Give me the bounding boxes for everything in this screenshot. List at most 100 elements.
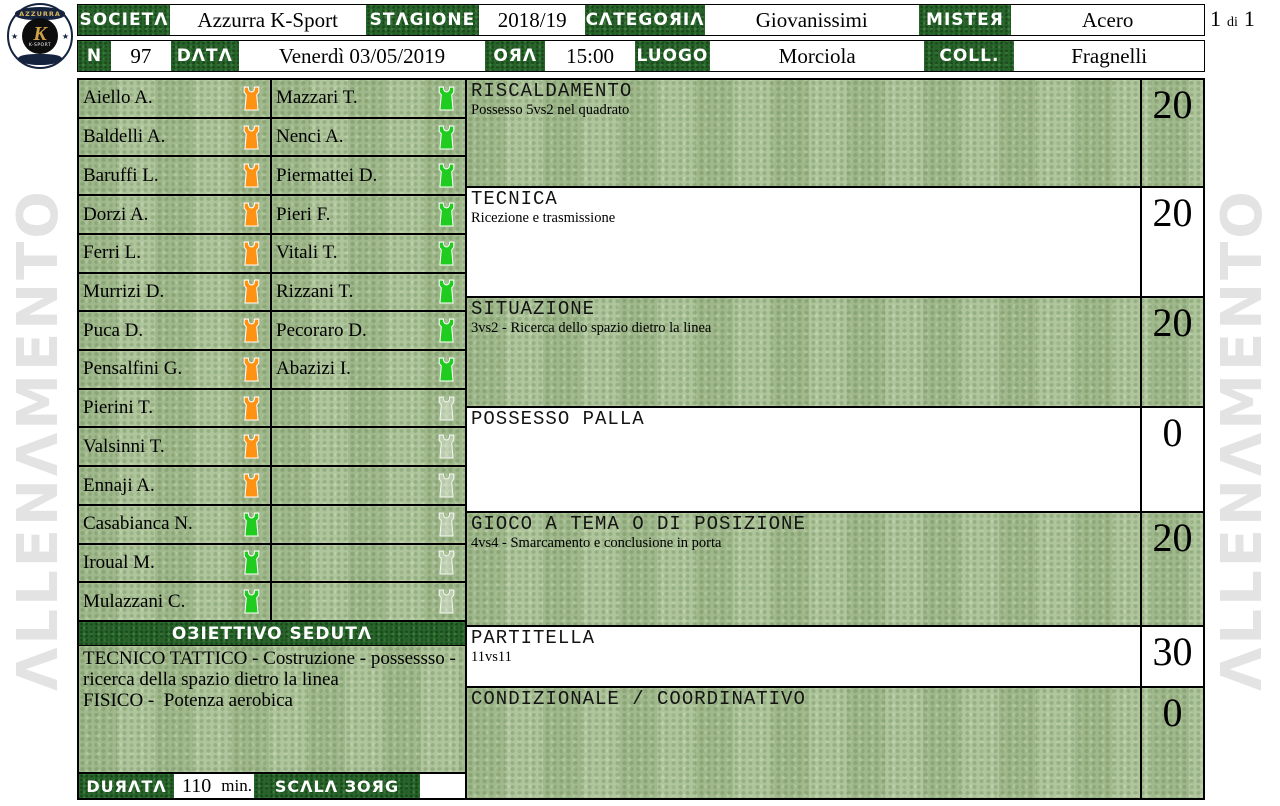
player-cell[interactable]: Pieri F. [272,196,465,233]
jersey-icon[interactable] [436,550,457,575]
header-value-n[interactable]: 97 [111,41,171,71]
player-cell[interactable]: Iroual M. [79,545,272,582]
header-value-coll[interactable]: Fragnelli [1014,41,1204,71]
section-situazione: SITUAZIONE 3vs2 - Ricerca dello spazio d… [467,298,1203,408]
player-cell[interactable] [272,467,465,504]
header-value-ora[interactable]: 15:00 [545,41,635,71]
player-cell[interactable]: Nenci A. [272,119,465,156]
header-value-mister[interactable]: Acero [1011,5,1204,35]
jersey-icon[interactable] [436,357,457,382]
logo-core: K K-SPORT [22,18,58,54]
jersey-icon[interactable] [436,86,457,111]
player-cell[interactable]: Murrizi D. [79,274,272,311]
player-cell[interactable]: Aiello A. [79,80,272,117]
jersey-icon[interactable] [436,512,457,537]
player-cell[interactable] [272,583,465,620]
section-minutes[interactable]: 0 [1140,408,1203,511]
section-title: SITUAZIONE [471,299,1140,320]
player-cell[interactable] [272,390,465,427]
player-cell[interactable]: Baldelli A. [79,119,272,156]
page-indicator: 1 di 1 [1210,6,1276,32]
player-cell[interactable]: Valsinni T. [79,428,272,465]
jersey-icon[interactable] [241,163,262,188]
header-value-categoria[interactable]: Giovanissimi [705,5,919,35]
jersey-icon[interactable] [436,279,457,304]
player-cell[interactable]: Puca D. [79,312,272,349]
jersey-icon[interactable] [436,318,457,343]
player-name: Pieri F. [276,204,436,226]
jersey-icon[interactable] [436,163,457,188]
jersey-icon[interactable] [436,241,457,266]
duration-value-cell[interactable]: 110 min. [174,774,254,798]
jersey-icon[interactable] [241,279,262,304]
player-cell[interactable]: Pensalfini G. [79,351,272,388]
jersey-icon[interactable] [436,396,457,421]
jersey-icon[interactable] [241,396,262,421]
jersey-icon[interactable] [436,202,457,227]
section-minutes[interactable]: 30 [1140,627,1203,686]
player-cell[interactable]: Abazizi I. [272,351,465,388]
player-cell[interactable]: Mazzari T. [272,80,465,117]
section-minutes[interactable]: 20 [1140,298,1203,406]
header-value-data[interactable]: Venerdì 03/05/2019 [239,41,486,71]
jersey-icon[interactable] [241,357,262,382]
player-cell[interactable]: Pecoraro D. [272,312,465,349]
player-row: Iroual M. [79,545,465,584]
header-value-luogo[interactable]: Morciola [710,41,925,71]
jersey-icon[interactable] [241,202,262,227]
section-title: CONDIZIONALE / COORDINATIVO [471,689,1140,710]
section-content[interactable]: TECNICA Ricezione e trasmissione [467,188,1140,296]
header-label-stagione: STΛGIONE [366,5,480,35]
player-row: Ennaji A. [79,467,465,506]
player-cell[interactable] [272,545,465,582]
player-cell[interactable]: Dorzi A. [79,196,272,233]
player-cell[interactable]: Piermattei D. [272,157,465,194]
jersey-icon[interactable] [436,473,457,498]
jersey-icon[interactable] [241,550,262,575]
section-content[interactable]: GIOCO A TEMA O DI POSIZIONE 4vs4 - Smarc… [467,513,1140,625]
header-label-text: LUOGO [636,46,708,66]
section-partitella: PARTITELLA 11vs11 30 [467,627,1203,688]
player-name: Vitali T. [276,242,436,264]
jersey-icon[interactable] [241,589,262,614]
jersey-icon[interactable] [241,86,262,111]
player-cell[interactable]: Casabianca N. [79,506,272,543]
objective-text-area[interactable]: TECNICO TATTICO - Costruzione - possesss… [79,646,465,772]
borg-value-cell[interactable] [420,774,465,798]
jersey-icon[interactable] [241,512,262,537]
jersey-icon[interactable] [241,241,262,266]
logo-ksport-text: K-SPORT [29,43,51,48]
player-cell[interactable]: Vitali T. [272,235,465,272]
player-cell[interactable]: Ferri L. [79,235,272,272]
section-content[interactable]: PARTITELLA 11vs11 [467,627,1140,686]
jersey-icon[interactable] [436,434,457,459]
section-minutes[interactable]: 20 [1140,513,1203,625]
player-cell[interactable]: Baruffi L. [79,157,272,194]
section-content[interactable]: CONDIZIONALE / COORDINATIVO [467,688,1140,798]
logo-bottom-banner [18,54,62,65]
player-cell[interactable]: Mulazzani C. [79,583,272,620]
player-cell[interactable]: Pierini T. [79,390,272,427]
star-icon: ★ [62,32,69,41]
section-minutes[interactable]: 20 [1140,188,1203,296]
section-minutes[interactable]: 20 [1140,80,1203,186]
header-value-stagione[interactable]: 2018/19 [479,5,585,35]
player-cell[interactable]: Rizzani T. [272,274,465,311]
jersey-icon[interactable] [241,473,262,498]
section-content[interactable]: POSSESSO PALLA [467,408,1140,511]
jersey-icon[interactable] [436,589,457,614]
section-content[interactable]: SITUAZIONE 3vs2 - Ricerca dello spazio d… [467,298,1140,406]
jersey-icon[interactable] [241,318,262,343]
player-cell[interactable] [272,428,465,465]
player-cell[interactable] [272,506,465,543]
duration-label: DUЯΛTΛ [79,774,174,798]
jersey-icon[interactable] [241,125,262,150]
header-value-societa[interactable]: Azzurra K-Sport [170,5,366,35]
jersey-icon[interactable] [241,434,262,459]
section-minutes[interactable]: 0 [1140,688,1203,798]
section-content[interactable]: RISCALDAMENTO Possesso 5vs2 nel quadrato [467,80,1140,186]
player-cell[interactable]: Ennaji A. [79,467,272,504]
jersey-icon[interactable] [436,125,457,150]
header-label-categoria: CΛTEGOЯIΛ [585,5,705,35]
player-name: Nenci A. [276,126,436,148]
